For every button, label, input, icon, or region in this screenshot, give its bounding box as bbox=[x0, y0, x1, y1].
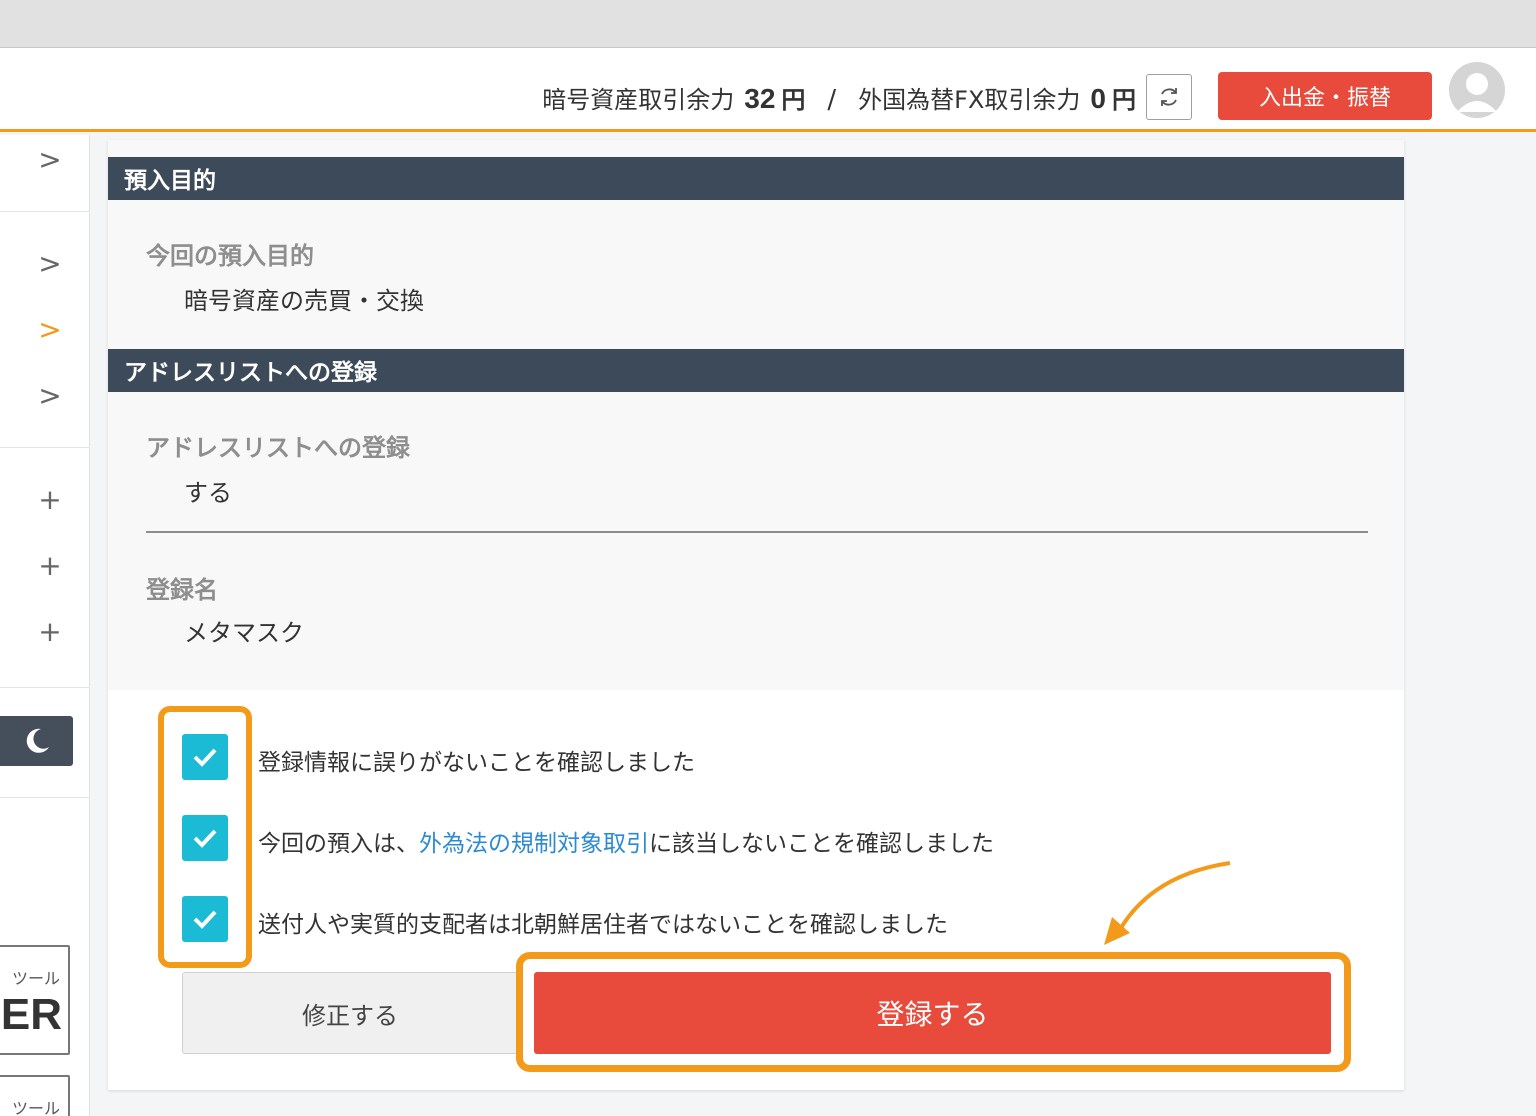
sidebar-plus-3[interactable]: + bbox=[30, 615, 70, 648]
tool-banner-2[interactable]: ツール bbox=[0, 1075, 70, 1116]
fx-balance-amount: 0 bbox=[1090, 83, 1106, 114]
panel-summary-area bbox=[108, 140, 1404, 690]
sidebar-chevron-1[interactable]: > bbox=[30, 143, 70, 176]
sidebar-chevron-4[interactable]: > bbox=[30, 379, 70, 412]
purpose-label: 今回の預入目的 bbox=[146, 242, 314, 270]
refresh-button[interactable] bbox=[1146, 74, 1192, 120]
balance-separator: / bbox=[827, 85, 837, 115]
crypto-balance-amount: 32 bbox=[744, 83, 776, 114]
crypto-balance-label: 暗号資産取引余力 bbox=[542, 86, 735, 114]
section-header-address-list: アドレスリストへの登録 bbox=[108, 349, 1404, 392]
balance-summary: 暗号資産取引余力 32 円 / 外国為替FX取引余力 0 円 bbox=[542, 80, 1136, 115]
dark-mode-toggle[interactable] bbox=[0, 716, 73, 766]
tool-banner-small-text: ツール bbox=[11, 1099, 60, 1116]
browser-chrome-bar bbox=[0, 0, 1536, 48]
sidebar-plus-1[interactable]: + bbox=[30, 483, 70, 516]
registration-name-label: 登録名 bbox=[146, 576, 218, 604]
address-list-label: アドレスリストへの登録 bbox=[146, 434, 410, 462]
crypto-balance-unit: 円 bbox=[781, 86, 806, 114]
fix-button[interactable]: 修正する bbox=[182, 972, 518, 1054]
sidebar-divider bbox=[0, 687, 90, 688]
confirm-text-3: 送付人や実質的支配者は北朝鮮居住者ではないことを確認しました bbox=[258, 912, 948, 938]
register-highlight-frame bbox=[516, 952, 1351, 1072]
tool-banner-small-text: ツール bbox=[11, 969, 60, 988]
confirm-text-2: 今回の預入は、外為法の規制対象取引に該当しないことを確認しました bbox=[258, 824, 994, 858]
purpose-value: 暗号資産の売買・交換 bbox=[184, 287, 424, 315]
confirm-text-2-pre: 今回の預入は、 bbox=[258, 831, 419, 857]
foreign-exchange-law-link[interactable]: 外為法の規制対象取引 bbox=[419, 831, 649, 857]
pointer-arrow-icon bbox=[1104, 861, 1231, 945]
avatar[interactable] bbox=[1449, 62, 1505, 118]
fx-balance-unit: 円 bbox=[1112, 86, 1136, 114]
deposit-transfer-button[interactable]: 入出金・振替 bbox=[1218, 72, 1432, 120]
confirm-text-1: 登録情報に誤りがないことを確認しました bbox=[258, 750, 695, 776]
refresh-icon bbox=[1161, 88, 1177, 106]
user-icon bbox=[1449, 62, 1505, 118]
tool-banner-1[interactable]: ツール ER bbox=[0, 945, 70, 1055]
sidebar: > > > > + + + ツール ER ツール bbox=[0, 135, 90, 1116]
sidebar-chevron-2[interactable]: > bbox=[30, 247, 70, 280]
registration-name-value: メタマスク bbox=[184, 619, 304, 647]
sidebar-divider bbox=[0, 211, 90, 212]
checkbox-highlight-frame bbox=[158, 706, 252, 968]
sidebar-divider bbox=[0, 447, 90, 448]
sidebar-plus-2[interactable]: + bbox=[30, 549, 70, 582]
field-divider bbox=[146, 531, 1368, 533]
sidebar-divider bbox=[0, 797, 90, 798]
confirm-text-2-post: に該当しないことを確認しました bbox=[649, 831, 994, 857]
section-header-purpose: 預入目的 bbox=[108, 157, 1404, 200]
moon-icon bbox=[26, 728, 49, 753]
address-list-value: する bbox=[184, 479, 232, 507]
sidebar-chevron-3-active[interactable]: > bbox=[30, 313, 70, 346]
fx-balance-label: 外国為替FX取引余力 bbox=[858, 86, 1081, 114]
tool-banner-big-text: ER bbox=[0, 990, 62, 1039]
